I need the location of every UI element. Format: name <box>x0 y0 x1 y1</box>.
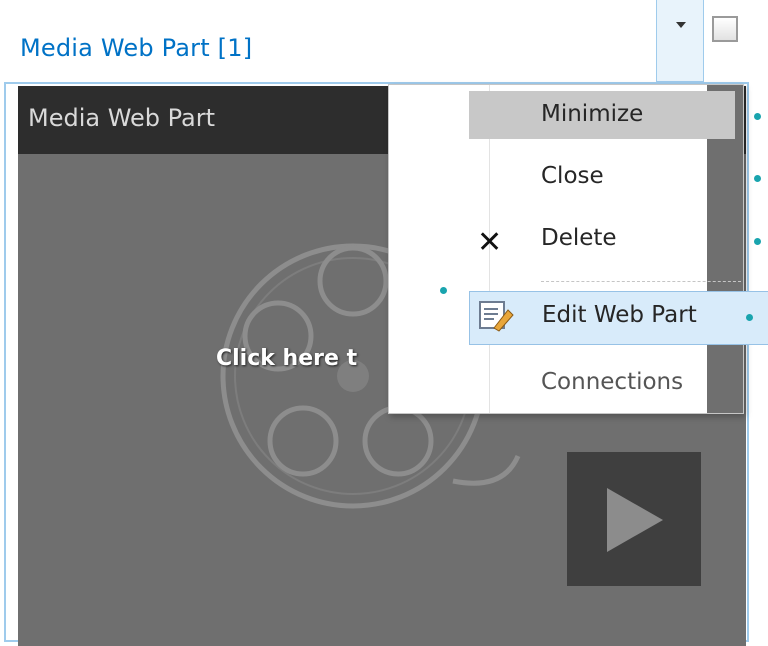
edit-icon <box>479 301 514 332</box>
click-to-play-text[interactable]: Click here t <box>216 346 357 371</box>
menu-item-close[interactable]: Close <box>469 153 735 201</box>
menu-item-label: Connections <box>541 369 684 395</box>
webpart-select-checkbox[interactable] <box>712 16 738 42</box>
menu-item-label: Delete <box>541 225 617 251</box>
menu-item-label: Edit Web Part <box>542 302 697 328</box>
play-button[interactable] <box>567 452 701 586</box>
accent-dot <box>440 287 447 294</box>
accent-dot <box>754 113 761 120</box>
webpart-menu-button[interactable] <box>656 0 704 82</box>
menu-separator <box>541 281 741 282</box>
menu-item-connections[interactable]: Connections <box>469 359 735 407</box>
menu-item-label: Close <box>541 163 604 189</box>
menu-item-minimize[interactable]: Minimize <box>469 91 735 139</box>
media-header-title: Media Web Part <box>28 104 216 132</box>
accent-dot <box>746 314 753 321</box>
menu-item-delete[interactable]: Delete <box>469 215 735 263</box>
accent-dot <box>754 175 761 182</box>
accent-dot <box>754 238 761 245</box>
webpart-context-menu: Minimize Close ✕ Delete Edit Web Part Co… <box>388 84 768 414</box>
chevron-down-icon <box>676 22 686 28</box>
menu-item-edit-web-part[interactable]: Edit Web Part <box>469 291 768 345</box>
menu-item-label: Minimize <box>541 101 644 127</box>
webpart-title[interactable]: Media Web Part [1] <box>20 34 252 62</box>
play-icon <box>607 488 663 552</box>
